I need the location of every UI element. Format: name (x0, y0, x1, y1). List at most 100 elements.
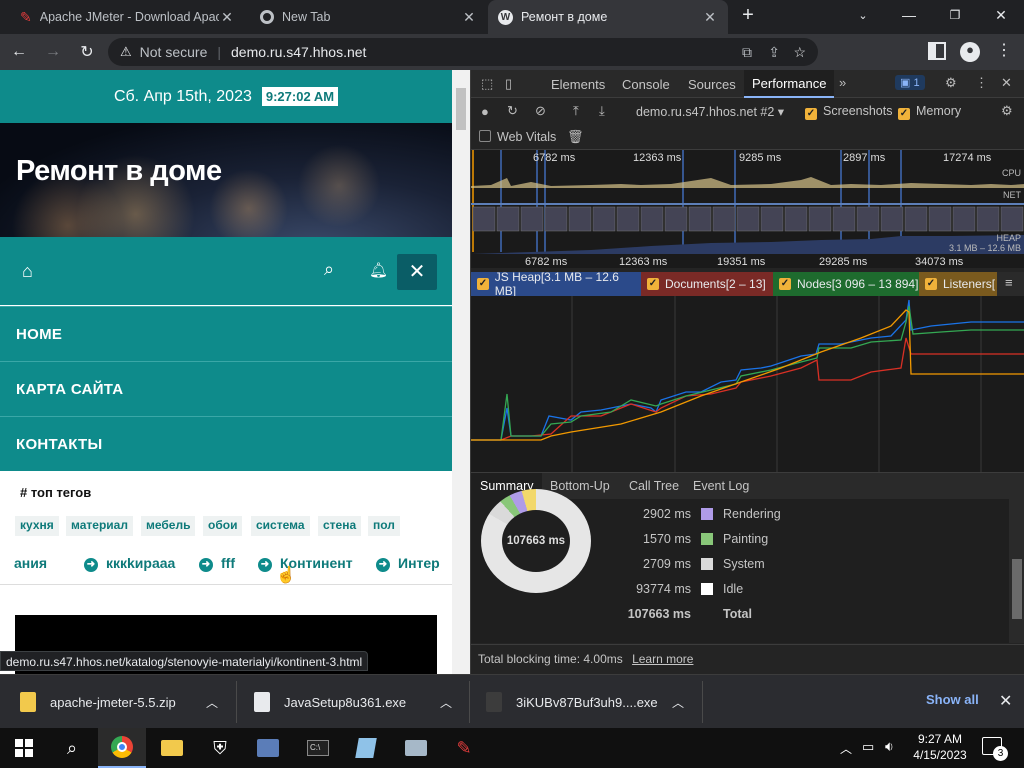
close-devtools-icon[interactable]: ✕ (1001, 75, 1012, 91)
counter-js-heap[interactable]: ✓ JS Heap[3.1 MB – 12.6 MB] (471, 270, 641, 298)
network-icon[interactable]: ▭ (862, 739, 874, 755)
web-vitals-checkbox[interactable]: Web Vitals (479, 130, 556, 144)
scroll-thumb[interactable] (456, 88, 466, 130)
minimize-button[interactable]: — (886, 0, 932, 30)
chevron-up-icon[interactable]: ︿ (840, 740, 852, 757)
tag-link[interactable]: ➜ Интер (376, 555, 440, 572)
tag[interactable]: обои (203, 516, 243, 536)
menu-icon[interactable]: ⋮ (996, 40, 1012, 60)
share-icon[interactable]: ⇪ (768, 44, 780, 61)
tab-title: Apache JMeter - Download Apac (39, 10, 219, 24)
close-icon[interactable]: ✕ (702, 9, 718, 26)
tab-new-tab[interactable]: New Tab ✕ (250, 0, 487, 34)
site-title[interactable]: Ремонт в доме (16, 155, 222, 188)
memory-graph[interactable] (471, 296, 1024, 472)
download-item[interactable]: 3iKUBv87Buf3uh9....exe ︿ (486, 675, 696, 729)
network-app-icon[interactable] (392, 728, 440, 768)
terminal-icon[interactable]: C:\ (294, 728, 342, 768)
volume-icon[interactable]: 🔉︎ (885, 738, 894, 755)
device-toggle-icon[interactable]: ▯ (505, 76, 512, 92)
home-icon[interactable]: ⌂ (22, 261, 33, 282)
tag-link[interactable]: ➜ кккkираaa (84, 555, 175, 572)
close-icon[interactable]: ✕ (461, 9, 477, 26)
learn-more-link[interactable]: Learn more (632, 652, 693, 666)
tab-event-log[interactable]: Event Log (684, 473, 758, 499)
notepad-icon[interactable] (342, 728, 390, 768)
scroll-thumb[interactable] (1012, 559, 1022, 619)
profile-icon[interactable]: ● (960, 42, 980, 62)
bookmark-star-icon[interactable]: ☆ (793, 44, 806, 61)
search-icon[interactable]: ⌕ (324, 259, 334, 280)
chrome-taskbar-icon[interactable] (98, 728, 146, 768)
tag-link[interactable]: ➜ fff (199, 555, 235, 572)
inspect-icon[interactable]: ⬚ (481, 76, 493, 92)
kebab-menu-icon[interactable]: ⋮ (975, 75, 988, 91)
file-explorer-icon[interactable] (148, 728, 196, 768)
close-icon[interactable]: ✕ (219, 9, 235, 26)
tag[interactable]: стена (318, 516, 362, 536)
security-shield-icon[interactable]: ⛨ (196, 728, 244, 768)
chevron-up-icon[interactable]: ︿ (206, 694, 218, 711)
system-clock[interactable]: 9:27 AM 4/15/2023 (910, 731, 970, 763)
record-icon[interactable]: ● (481, 104, 489, 119)
timeline-overview[interactable]: 6782 ms 12363 ms 9285 ms 2897 ms 17274 m… (471, 150, 1024, 268)
reload-record-icon[interactable]: ↻ (507, 103, 518, 119)
back-button[interactable]: ← (4, 37, 34, 67)
counter-documents[interactable]: ✓ Documents[2 – 13] (641, 272, 773, 296)
side-panel-icon[interactable] (928, 42, 946, 60)
issues-badge[interactable]: ▣ 1 (895, 75, 925, 90)
restore-button[interactable]: ❐ (932, 0, 978, 30)
tab-search-icon[interactable]: ⌄ (840, 0, 886, 30)
feather-app-icon[interactable]: ✎ (440, 728, 488, 768)
screenshots-checkbox[interactable]: ✓ Screenshots (805, 104, 892, 120)
counter-nodes[interactable]: ✓ Nodes[3 096 – 13 894] (773, 272, 919, 296)
tab-jmeter[interactable]: ✎ Apache JMeter - Download Apac ✕ (10, 0, 245, 34)
menu-item-home[interactable]: HOME (0, 306, 452, 361)
download-icon[interactable]: ⤓ (599, 103, 605, 119)
tab-console[interactable]: Console (614, 70, 678, 98)
translate-icon[interactable]: ⧉ (742, 44, 752, 61)
tag[interactable]: материал (66, 516, 133, 536)
clear-icon[interactable]: ⊘ (535, 103, 546, 119)
memory-checkbox[interactable]: ✓ Memory (898, 104, 961, 120)
windows-start-icon[interactable] (0, 728, 48, 768)
close-download-bar-icon[interactable]: ✕ (999, 691, 1012, 711)
tag[interactable]: пол (368, 516, 400, 536)
tag[interactable]: кухня (15, 516, 59, 536)
more-tabs-icon[interactable]: » (839, 75, 846, 90)
tab-sources[interactable]: Sources (680, 70, 744, 98)
download-item[interactable]: apache-jmeter-5.5.zip ︿ (20, 675, 230, 729)
summary-scrollbar[interactable] (1009, 499, 1024, 643)
tab-elements[interactable]: Elements (543, 70, 613, 98)
omnibox[interactable]: ⚠ Not secure | demo.ru.s47.hhos.net ⧉ ⇪ … (108, 38, 818, 66)
upload-icon[interactable]: ⤒ (573, 103, 579, 119)
tab-remont[interactable]: W Ремонт в доме ✕ (488, 0, 728, 34)
counters-menu-icon[interactable]: ≡ (1005, 275, 1013, 290)
capture-settings-icon[interactable]: ⚙ (1001, 103, 1013, 119)
counter-listeners[interactable]: ✓ Listeners[ (919, 272, 997, 296)
settings-icon[interactable]: ⚙ (945, 75, 957, 91)
bell-icon[interactable]: 🔔︎ (369, 261, 388, 279)
tag-link[interactable]: ания (14, 555, 47, 571)
menu-item-sitemap[interactable]: КАРТА САЙТА (0, 361, 452, 416)
show-all-button[interactable]: Show all (926, 692, 979, 707)
close-window-button[interactable]: ✕ (978, 0, 1024, 30)
forward-button[interactable]: → (38, 37, 68, 67)
chevron-up-icon[interactable]: ︿ (440, 694, 452, 711)
chevron-up-icon[interactable]: ︿ (672, 694, 684, 711)
search-icon[interactable]: ⌕ (48, 728, 96, 768)
tag-link[interactable]: ➜ Континент (258, 555, 353, 572)
tag[interactable]: система (251, 516, 310, 536)
close-menu-button[interactable]: ✕ (397, 254, 437, 290)
new-tab-button[interactable]: + (734, 0, 762, 30)
trash-icon[interactable]: 🗑︎ (567, 129, 584, 145)
page-scrollbar[interactable] (452, 70, 470, 674)
app-icon[interactable] (244, 728, 292, 768)
menu-item-contacts[interactable]: КОНТАКТЫ (0, 416, 452, 471)
download-item[interactable]: JavaSetup8u361.exe ︿ (254, 675, 464, 729)
reload-button[interactable]: ↻ (72, 37, 102, 67)
tab-call-tree[interactable]: Call Tree (620, 473, 688, 499)
recording-select[interactable]: demo.ru.s47.hhos.net #2 ▾ (636, 104, 784, 119)
tag[interactable]: мебель (141, 516, 196, 536)
tab-performance[interactable]: Performance (744, 70, 835, 98)
